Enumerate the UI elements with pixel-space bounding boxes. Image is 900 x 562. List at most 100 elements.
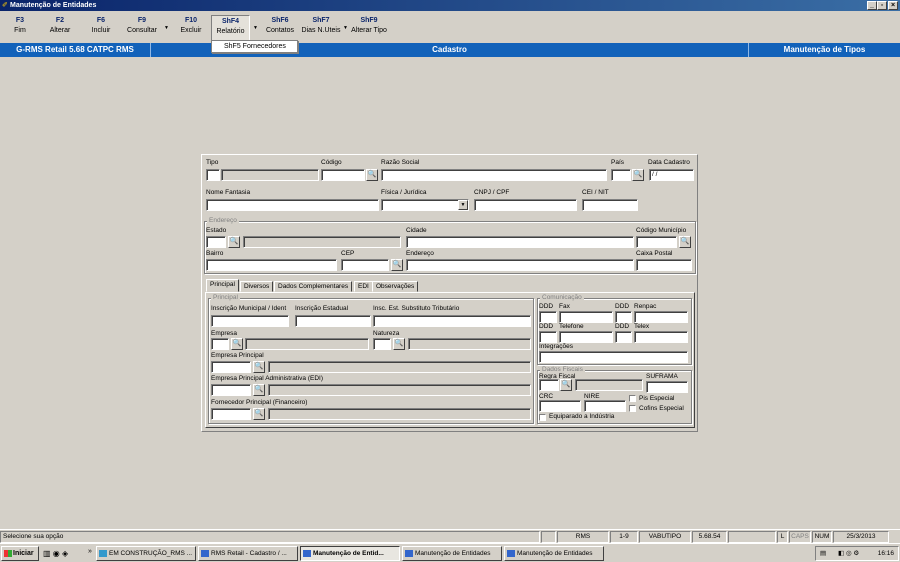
chevron-down-icon[interactable]: ▼ xyxy=(458,200,468,210)
nire-field[interactable] xyxy=(584,400,626,412)
app-icon: ✐ xyxy=(2,2,8,9)
fisica-juridica-select[interactable]: ▼ xyxy=(381,199,469,211)
pis-especial-checkbox[interactable] xyxy=(629,395,636,402)
system-tray: ▤ ◧ ◎ ⚙ 16:16 xyxy=(815,546,899,561)
empresa-field[interactable] xyxy=(211,338,229,350)
fornecedor-principal-field[interactable] xyxy=(211,408,251,420)
crc-field[interactable] xyxy=(539,400,581,412)
cnpj-cpf-field[interactable] xyxy=(474,199,577,211)
tool-relatorio[interactable]: ShF4 Relatório xyxy=(211,15,250,41)
bairro-field[interactable] xyxy=(206,259,337,271)
tab-principal[interactable]: Principal xyxy=(206,279,239,292)
pais-field[interactable] xyxy=(611,169,631,181)
natureza-field[interactable] xyxy=(373,338,391,350)
codigo-field[interactable] xyxy=(321,169,365,181)
telefone-field[interactable] xyxy=(559,331,613,343)
endereco-field[interactable] xyxy=(406,259,634,271)
tipo-field[interactable] xyxy=(206,169,220,181)
tipo-desc-field xyxy=(221,169,319,181)
minimize-button[interactable]: _ xyxy=(867,1,877,10)
tool-fim[interactable]: F3 Fim xyxy=(6,15,34,41)
printer-icon[interactable]: ▤ xyxy=(820,547,826,560)
razao-social-field[interactable] xyxy=(381,169,607,181)
cep-field[interactable] xyxy=(341,259,389,271)
empresa-principal-adm-search-button[interactable]: 🔍 xyxy=(253,384,265,396)
cidade-field[interactable] xyxy=(406,236,634,248)
cofins-especial-checkbox[interactable] xyxy=(629,405,636,412)
quicklaunch-icons[interactable]: ▥ ◉ ◈ xyxy=(43,549,68,558)
data-cadastro-field[interactable]: / / xyxy=(649,169,694,181)
fornecedor-principal-search-button[interactable]: 🔍 xyxy=(253,408,265,420)
label-codigo: Código xyxy=(321,159,342,166)
telex-field[interactable] xyxy=(634,331,688,343)
label-endereco: Endereço xyxy=(406,250,434,257)
task-manutencao-3[interactable]: Manutenção de Entidades xyxy=(504,546,604,561)
insc-estadual-field[interactable] xyxy=(295,315,371,327)
rms-icon xyxy=(405,550,413,557)
integracoes-field[interactable] xyxy=(539,351,688,363)
insc-municipal-field[interactable] xyxy=(211,315,289,327)
consultar-dropdown-arrow[interactable]: ▼ xyxy=(164,25,169,31)
label-insc-estadual: Inscrição Estadual xyxy=(295,305,349,312)
regra-fiscal-field[interactable] xyxy=(539,379,559,391)
dias-dropdown-arrow[interactable]: ▼ xyxy=(343,25,348,31)
tool-incluir[interactable]: F6 Incluir xyxy=(86,15,116,41)
close-button[interactable]: × xyxy=(888,1,898,10)
status-caps: CAPS xyxy=(789,531,811,543)
estado-field[interactable] xyxy=(206,236,226,248)
nome-fantasia-field[interactable] xyxy=(206,199,379,211)
task-rms-cadastro[interactable]: RMS Retail - Cadastro / ... xyxy=(198,546,298,561)
pais-search-button[interactable]: 🔍 xyxy=(632,169,644,181)
tab-dados-complementares[interactable]: Dados Complementares xyxy=(274,281,353,292)
label-fisica-juridica: Física / Jurídica xyxy=(381,189,427,196)
relatorio-menu-item-fornecedores[interactable]: ShF5 Fornecedores xyxy=(211,40,298,53)
empresa-principal-field[interactable] xyxy=(211,361,251,373)
header-app-version: G-RMS Retail 5.68 CATPC RMS xyxy=(0,43,151,57)
label-insc-substituto: Insc. Est. Substituto Tributário xyxy=(373,305,460,312)
status-record: 1-9 xyxy=(610,531,638,543)
tool-contatos[interactable]: ShF6 Contatos xyxy=(263,15,297,41)
equiparado-checkbox[interactable] xyxy=(539,414,546,421)
tab-edi[interactable]: EDI xyxy=(354,281,373,292)
comunicacao-group-title: Comunicação xyxy=(540,294,584,302)
clock[interactable]: 16:16 xyxy=(878,547,894,560)
status-num: NUM xyxy=(812,531,832,543)
renpac-field[interactable] xyxy=(634,311,688,323)
status-version: 5.68.54 xyxy=(692,531,727,543)
task-manutencao-active[interactable]: Manutenção de Entid... xyxy=(300,546,400,561)
tool-dias-uteis[interactable]: ShF7 Dias N.Uteis xyxy=(300,15,342,41)
task-em-construcao[interactable]: EM CONSTRUÇÃO_RMS ... xyxy=(96,546,196,561)
cei-nit-field[interactable] xyxy=(582,199,638,211)
cep-search-button[interactable]: 🔍 xyxy=(391,259,403,271)
tool-consultar[interactable]: F9 Consultar xyxy=(123,15,161,41)
relatorio-dropdown-arrow[interactable]: ▼ xyxy=(253,25,258,31)
quicklaunch-chevron-icon[interactable]: » xyxy=(88,548,92,555)
regra-fiscal-search-button[interactable]: 🔍 xyxy=(560,379,572,391)
restore-button[interactable]: ▫ xyxy=(877,1,887,10)
empresa-principal-adm-field[interactable] xyxy=(211,384,251,396)
municipio-search-button[interactable]: 🔍 xyxy=(679,236,691,248)
empresa-search-button[interactable]: 🔍 xyxy=(231,338,243,350)
status-date: 25/3/2013 xyxy=(833,531,889,543)
fax-field[interactable] xyxy=(559,311,613,323)
suframa-field[interactable] xyxy=(646,381,688,393)
insc-substituto-field[interactable] xyxy=(373,315,531,327)
ddd-renpac-field[interactable] xyxy=(615,311,632,323)
estado-search-button[interactable]: 🔍 xyxy=(228,236,240,248)
tool-excluir[interactable]: F10 Excluir xyxy=(176,15,206,41)
ddd-telefone-field[interactable] xyxy=(539,331,557,343)
start-button[interactable]: Iniciar xyxy=(1,546,39,561)
tab-observacoes[interactable]: Observações xyxy=(372,281,419,292)
task-manutencao-2[interactable]: Manutenção de Entidades xyxy=(402,546,502,561)
caixa-postal-field[interactable] xyxy=(636,259,692,271)
tool-alterar-tipo[interactable]: ShF9 Alterar Tipo xyxy=(350,15,388,41)
network-icon[interactable]: ◧ ◎ ⚙ xyxy=(838,547,859,560)
tab-diversos[interactable]: Diversos xyxy=(240,281,274,292)
empresa-principal-search-button[interactable]: 🔍 xyxy=(253,361,265,373)
tool-alterar[interactable]: F2 Alterar xyxy=(44,15,76,41)
codigo-search-button[interactable]: 🔍 xyxy=(366,169,378,181)
natureza-search-button[interactable]: 🔍 xyxy=(393,338,405,350)
ddd-telex-field[interactable] xyxy=(615,331,632,343)
codigo-municipio-field[interactable] xyxy=(636,236,677,248)
ddd-fax-field[interactable] xyxy=(539,311,557,323)
